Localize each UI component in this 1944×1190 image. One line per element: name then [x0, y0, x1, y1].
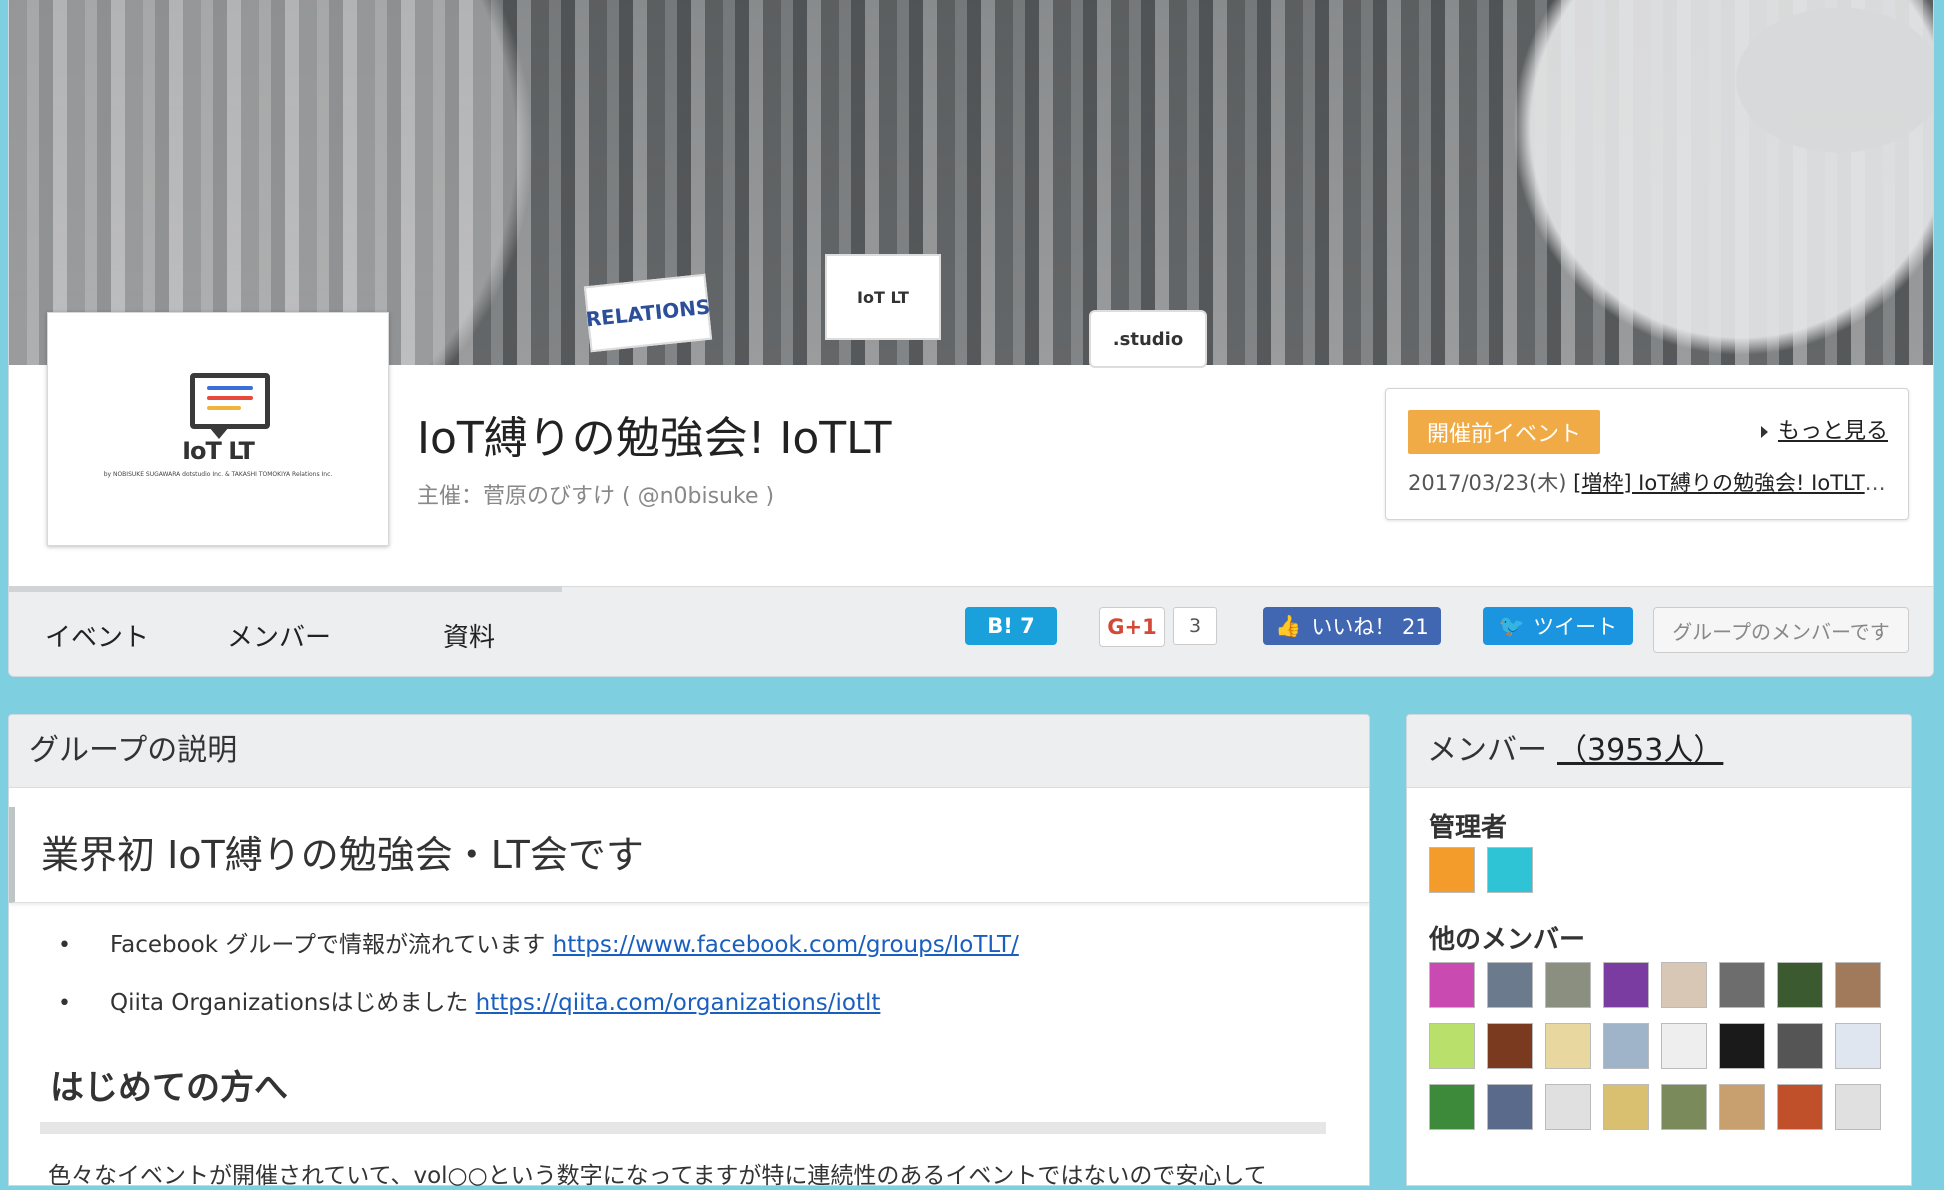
member-avatar[interactable]	[1777, 962, 1823, 1008]
logo-text: IoT LT	[182, 437, 255, 465]
organizer[interactable]: 主催：菅原のびすけ ( @n0bisuke )	[417, 478, 774, 510]
admin-label: 管理者	[1429, 813, 1508, 843]
membership-status-button[interactable]: グループのメンバーです	[1653, 607, 1909, 653]
upcoming-event-link[interactable]: [増枠] IoT縛りの勉強会! IoTLT vol.25	[1573, 471, 1888, 495]
member-avatar[interactable]	[1835, 962, 1881, 1008]
google-plus-count: 3	[1173, 607, 1217, 645]
section-divider	[40, 1122, 1326, 1134]
group-header: RELATIONS IoT LT .studio IoT LT by NOBIS…	[8, 0, 1934, 677]
upcoming-event-date: 2017/03/23(木)	[1408, 471, 1567, 495]
member-avatar[interactable]	[1719, 1084, 1765, 1130]
member-avatar[interactable]	[1545, 1023, 1591, 1069]
members-panel: メンバー （3953人） 管理者 他のメンバー	[1406, 714, 1912, 1186]
member-avatar[interactable]	[1719, 962, 1765, 1008]
logo-subtext: by NOBISUKE SUGAWARA dotstudio Inc. & TA…	[103, 471, 333, 478]
upcoming-event-badge: 開催前イベント	[1408, 410, 1600, 454]
tab-events[interactable]: イベント	[45, 617, 149, 654]
member-avatar[interactable]	[1545, 962, 1591, 1008]
active-tab-indicator	[9, 586, 562, 592]
member-avatar[interactable]	[1603, 962, 1649, 1008]
member-avatar[interactable]	[1487, 1023, 1533, 1069]
more-link[interactable]: もっと見る	[1761, 413, 1888, 445]
member-avatar[interactable]	[1835, 1023, 1881, 1069]
tab-members[interactable]: メンバー	[227, 617, 331, 654]
upcoming-event-box: 開催前イベント もっと見る 2017/03/23(木) [増枠] IoT縛りの勉…	[1385, 388, 1909, 520]
member-avatar[interactable]	[1777, 1023, 1823, 1069]
member-avatar[interactable]	[1777, 1084, 1823, 1130]
beginner-heading: はじめての方へ	[50, 1068, 288, 1108]
group-tabbar: イベント メンバー 資料 B! 7 G+1 3 👍 いいね！ 21 🐦 ツイート…	[9, 586, 1933, 676]
description-list-item: • Qiita Organizationsはじめました https://qiita…	[58, 990, 881, 1016]
admin-avatar[interactable]	[1429, 847, 1475, 893]
members-heading: メンバー （3953人）	[1407, 715, 1911, 788]
member-avatar[interactable]	[1429, 1084, 1475, 1130]
speech-bubble-icon	[190, 373, 270, 439]
thumbs-up-icon: 👍	[1275, 613, 1302, 638]
members-heading-label: メンバー	[1427, 733, 1547, 768]
member-avatar[interactable]	[1661, 1023, 1707, 1069]
facebook-like-button[interactable]: 👍 いいね！ 21	[1263, 607, 1441, 645]
member-avatar[interactable]	[1545, 1084, 1591, 1130]
member-avatar[interactable]	[1429, 962, 1475, 1008]
members-count-link[interactable]: （3953人）	[1557, 733, 1723, 768]
description-item-text: Facebook グループで情報が流れています	[110, 932, 553, 958]
member-avatar[interactable]	[1661, 1084, 1707, 1130]
member-avatar[interactable]	[1719, 1023, 1765, 1069]
facebook-like-label: いいね！ 21	[1311, 615, 1429, 639]
google-plus-button[interactable]: G+1	[1099, 607, 1165, 647]
description-lead: 業界初 IoT縛りの勉強会・LT会です	[9, 807, 1369, 903]
member-avatar[interactable]	[1603, 1023, 1649, 1069]
description-item-text: Qiita Organizationsはじめました	[110, 990, 476, 1016]
upcoming-event-line: 2017/03/23(木) [増枠] IoT縛りの勉強会! IoTLT vol.…	[1408, 467, 1888, 497]
admin-avatar[interactable]	[1487, 847, 1533, 893]
other-members-label: 他のメンバー	[1429, 925, 1586, 955]
hatena-bookmark-button[interactable]: B! 7	[965, 607, 1057, 645]
description-list-item: • Facebook グループで情報が流れています https://www.fac…	[58, 932, 1019, 958]
member-avatar[interactable]	[1661, 962, 1707, 1008]
tweet-button[interactable]: 🐦 ツイート	[1483, 607, 1633, 645]
tweet-label: ツイート	[1533, 615, 1618, 639]
group-logo: IoT LT by NOBISUKE SUGAWARA dotstudio In…	[47, 312, 389, 546]
cover-sign-relations: RELATIONS	[583, 273, 713, 353]
member-avatar[interactable]	[1835, 1084, 1881, 1130]
cover-sign-iotlt: IoT LT	[825, 254, 941, 340]
beginner-text: 色々なイベントが開催されていて、vol○○という数字になってますが特に連続性のあ…	[48, 1163, 1267, 1189]
member-avatar[interactable]	[1487, 1084, 1533, 1130]
facebook-group-link[interactable]: https://www.facebook.com/groups/IoTLT/	[553, 932, 1019, 958]
member-avatar[interactable]	[1603, 1084, 1649, 1130]
qiita-organization-link[interactable]: https://qiita.com/organizations/iotlt	[476, 990, 881, 1016]
cover-photo	[9, 0, 1933, 365]
member-avatar[interactable]	[1487, 962, 1533, 1008]
member-avatar[interactable]	[1429, 1023, 1475, 1069]
cover-sign-studio: .studio	[1089, 310, 1207, 368]
tab-documents[interactable]: 資料	[443, 617, 495, 654]
twitter-bird-icon: 🐦	[1498, 613, 1526, 638]
group-title: IoT縛りの勉強会! IoTLT	[417, 413, 892, 464]
description-heading: グループの説明	[9, 715, 1369, 788]
